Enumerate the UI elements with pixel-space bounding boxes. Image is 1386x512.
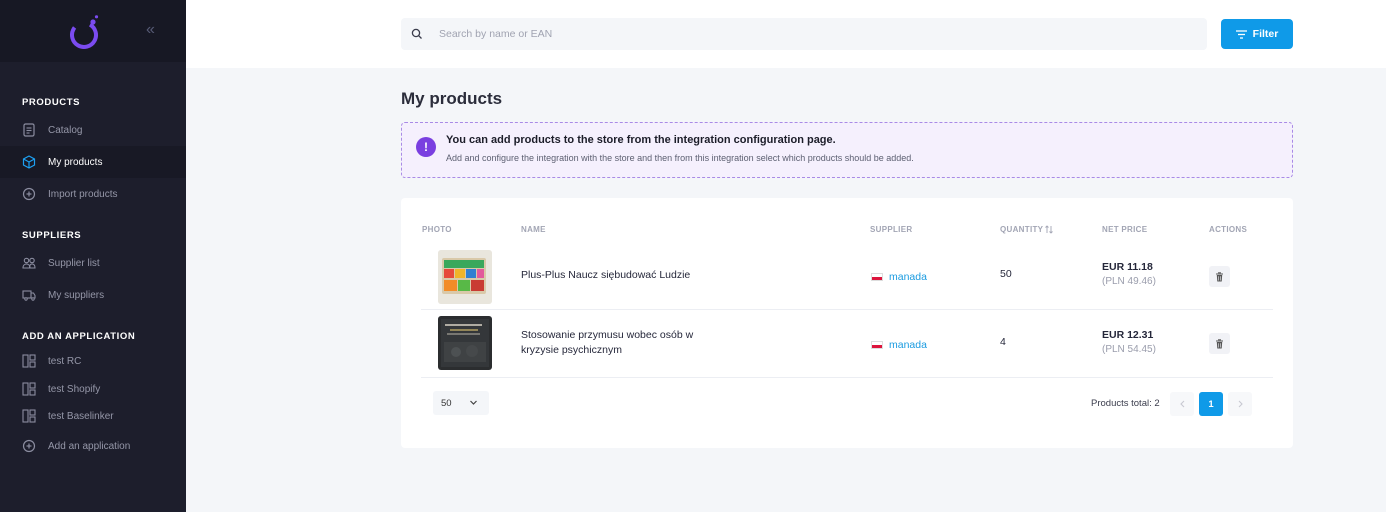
topbar: Filter: [186, 0, 1386, 68]
product-quantity: 50: [1000, 268, 1012, 280]
column-header-quantity[interactable]: QUANTITY: [1000, 225, 1054, 234]
table-row[interactable]: Plus-Plus Naucz siębudować Ludzie manada…: [421, 243, 1273, 310]
truck-icon: [22, 288, 36, 302]
sidebar: « PRODUCTS Catalog My products Import pr…: [0, 0, 186, 512]
sidebar-item-label: test RC: [48, 355, 82, 367]
prev-page-button[interactable]: [1170, 392, 1194, 416]
column-header-supplier: SUPPLIER: [870, 225, 913, 234]
poland-flag-icon: [871, 341, 883, 349]
sidebar-brand: «: [0, 0, 186, 62]
sidebar-item-label: My suppliers: [48, 289, 105, 301]
product-price: EUR 12.31 (PLN 54.45): [1102, 329, 1156, 355]
exclamation-icon: !: [416, 137, 436, 157]
products-total: Products total: 2: [1091, 398, 1160, 409]
app-logo[interactable]: [68, 14, 100, 50]
price-eur: EUR 11.18: [1102, 261, 1153, 273]
grid-icon: [22, 409, 36, 423]
sidebar-item-test-baselinker[interactable]: test Baselinker: [0, 400, 186, 432]
price-pln: (PLN 49.46): [1102, 276, 1156, 287]
alert-title: You can add products to the store from t…: [446, 134, 836, 146]
plus-circle-icon: [22, 439, 36, 453]
sort-icon[interactable]: [1045, 225, 1054, 234]
grid-icon: [22, 382, 36, 396]
products-table-card: PHOTO NAME SUPPLIER QUANTITY NET PRICE A…: [401, 198, 1293, 448]
price-eur: EUR 12.31: [1102, 329, 1154, 341]
sidebar-item-my-products[interactable]: My products: [0, 146, 186, 178]
delete-button[interactable]: [1209, 266, 1230, 287]
price-pln: (PLN 54.45): [1102, 344, 1156, 355]
table-row[interactable]: Stosowanie przymusu wobec osób w kryzysi…: [421, 311, 1273, 378]
delete-button[interactable]: [1209, 333, 1230, 354]
sidebar-item-label: test Baselinker: [48, 410, 114, 422]
supplier-name: manada: [889, 339, 927, 351]
info-alert: ! You can add products to the store from…: [401, 122, 1293, 178]
sidebar-item-import-products[interactable]: Import products: [0, 178, 186, 210]
search-input[interactable]: [439, 28, 1139, 40]
section-title-suppliers: SUPPLIERS: [22, 230, 82, 241]
per-page-value: 50: [441, 397, 452, 409]
page-title: My products: [401, 89, 503, 108]
users-icon: [22, 256, 36, 270]
chevron-left-icon: [1179, 400, 1184, 408]
sidebar-item-label: Add an application: [48, 440, 131, 452]
sidebar-item-catalog[interactable]: Catalog: [0, 114, 186, 146]
cube-icon: [22, 155, 36, 169]
section-title-products: PRODUCTS: [22, 97, 81, 108]
search-bar[interactable]: [401, 18, 1207, 50]
product-photo[interactable]: [438, 250, 492, 304]
catalog-icon: [22, 123, 36, 137]
product-price: EUR 11.18 (PLN 49.46): [1102, 261, 1156, 287]
product-name[interactable]: Stosowanie przymusu wobec osób w kryzysi…: [521, 328, 731, 358]
poland-flag-icon: [871, 273, 883, 281]
search-icon: [411, 28, 422, 39]
filter-button[interactable]: Filter: [1221, 19, 1293, 49]
product-photo[interactable]: [438, 316, 492, 370]
sidebar-item-label: test Shopify: [48, 383, 101, 395]
column-header-quantity-label: QUANTITY: [1000, 225, 1044, 234]
chevron-down-icon: [470, 400, 477, 405]
supplier-link[interactable]: manada: [871, 339, 927, 351]
sidebar-item-label: Import products: [48, 188, 118, 200]
trash-icon: [1216, 271, 1223, 281]
filter-button-label: Filter: [1252, 28, 1279, 40]
column-header-net-price: NET PRICE: [1102, 225, 1148, 234]
grid-icon: [22, 354, 36, 368]
next-page-button[interactable]: [1228, 392, 1252, 416]
supplier-link[interactable]: manada: [871, 271, 927, 283]
sidebar-item-add-application[interactable]: Add an application: [0, 430, 186, 462]
alert-text: Add and configure the integration with t…: [446, 153, 914, 163]
plus-circle-icon: [22, 187, 36, 201]
sidebar-item-label: Supplier list: [48, 257, 100, 269]
sidebar-item-label: Catalog: [48, 124, 83, 136]
column-header-photo: PHOTO: [422, 225, 452, 234]
product-name[interactable]: Plus-Plus Naucz siębudować Ludzie: [521, 268, 731, 283]
collapse-sidebar-icon[interactable]: «: [146, 21, 155, 39]
sidebar-item-label: My products: [48, 156, 103, 168]
section-title-add-application: ADD AN APPLICATION: [22, 331, 136, 342]
sidebar-item-supplier-list[interactable]: Supplier list: [0, 247, 186, 279]
product-quantity: 4: [1000, 336, 1006, 348]
page-button-current[interactable]: 1: [1199, 392, 1223, 416]
chevron-right-icon: [1238, 400, 1243, 408]
filter-icon: [1235, 29, 1247, 39]
column-header-actions: ACTIONS: [1209, 225, 1248, 234]
supplier-name: manada: [889, 271, 927, 283]
sidebar-item-my-suppliers[interactable]: My suppliers: [0, 279, 186, 311]
column-header-name: NAME: [521, 225, 546, 234]
trash-icon: [1216, 338, 1223, 348]
per-page-select[interactable]: 50: [433, 391, 489, 415]
